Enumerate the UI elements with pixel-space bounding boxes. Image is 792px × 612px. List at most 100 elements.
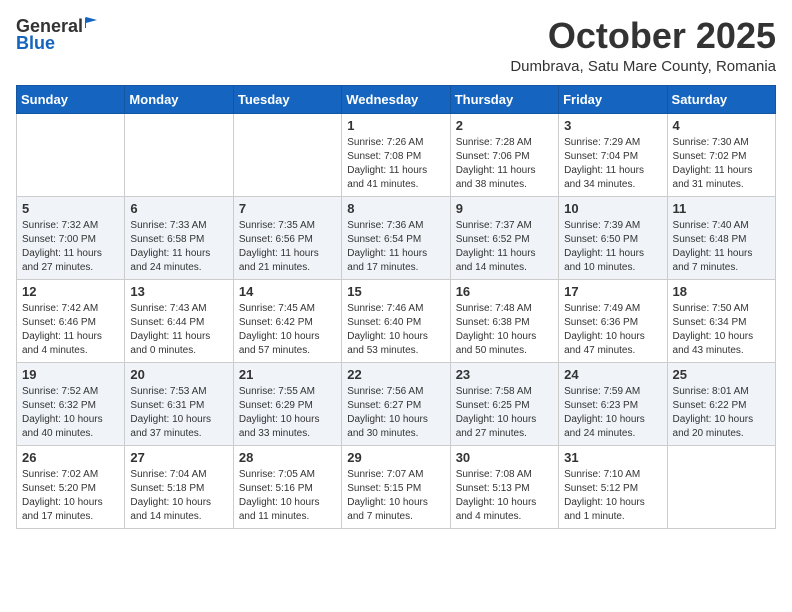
day-number: 2 <box>456 118 553 133</box>
calendar-cell <box>125 113 233 196</box>
calendar-cell: 19Sunrise: 7:52 AM Sunset: 6:32 PM Dayli… <box>17 362 125 445</box>
day-number: 28 <box>239 450 336 465</box>
week-row-5: 26 Sunrise: 7:02 AM Sunset: 5:20 PM Dayli… <box>17 445 776 528</box>
day-info: Sunrise: 7:32 AM Sunset: 7:00 PM Dayligh… <box>22 219 119 275</box>
day-number: 3 <box>564 118 661 133</box>
calendar-cell <box>17 113 125 196</box>
calendar-cell: 2 Sunrise: 7:28 AM Sunset: 7:06 PM Daylig… <box>450 113 558 196</box>
day-number: 23 <box>456 367 553 382</box>
logo-flag-icon <box>84 16 98 30</box>
weekday-header-sunday: Sunday <box>17 85 125 113</box>
day-info: Sunrise: 7:58 AM Sunset: 6:25 PM Dayligh… <box>456 385 553 441</box>
weekday-header-wednesday: Wednesday <box>342 85 450 113</box>
day-info: Sunrise: 7:50 AM Sunset: 6:34 PM Dayligh… <box>673 302 770 358</box>
calendar-cell: 1 Sunrise: 7:26 AM Sunset: 7:08 PM Daylig… <box>342 113 450 196</box>
day-number: 22 <box>347 367 444 382</box>
day-number: 25 <box>673 367 770 382</box>
calendar-cell: 9 Sunrise: 7:37 AM Sunset: 6:52 PM Daylig… <box>450 196 558 279</box>
day-info: Sunrise: 7:59 AM Sunset: 6:23 PM Dayligh… <box>564 385 661 441</box>
calendar-cell <box>233 113 341 196</box>
weekday-header-saturday: Saturday <box>667 85 775 113</box>
day-info: Sunrise: 7:35 AM Sunset: 6:56 PM Dayligh… <box>239 219 336 275</box>
day-number: 29 <box>347 450 444 465</box>
day-number: 7 <box>239 201 336 216</box>
day-number: 5 <box>22 201 119 216</box>
calendar-cell: 4Sunrise: 7:30 AM Sunset: 7:02 PM Daylig… <box>667 113 775 196</box>
day-number: 17 <box>564 284 661 299</box>
day-info: Sunrise: 7:28 AM Sunset: 7:06 PM Dayligh… <box>456 136 553 192</box>
calendar-cell: 14 Sunrise: 7:45 AM Sunset: 6:42 PM Dayli… <box>233 279 341 362</box>
calendar-cell: 6 Sunrise: 7:33 AM Sunset: 6:58 PM Daylig… <box>125 196 233 279</box>
day-info: Sunrise: 8:01 AM Sunset: 6:22 PM Dayligh… <box>673 385 770 441</box>
calendar-cell: 25 Sunrise: 8:01 AM Sunset: 6:22 PM Dayli… <box>667 362 775 445</box>
day-number: 31 <box>564 450 661 465</box>
day-info: Sunrise: 7:39 AM Sunset: 6:50 PM Dayligh… <box>564 219 661 275</box>
calendar-cell: 3 Sunrise: 7:29 AM Sunset: 7:04 PM Daylig… <box>559 113 667 196</box>
calendar-cell: 7 Sunrise: 7:35 AM Sunset: 6:56 PM Daylig… <box>233 196 341 279</box>
calendar-cell: 16 Sunrise: 7:48 AM Sunset: 6:38 PM Dayli… <box>450 279 558 362</box>
calendar-cell: 11 Sunrise: 7:40 AM Sunset: 6:48 PM Dayli… <box>667 196 775 279</box>
day-number: 30 <box>456 450 553 465</box>
day-info: Sunrise: 7:08 AM Sunset: 5:13 PM Dayligh… <box>456 468 553 524</box>
calendar-cell: 23 Sunrise: 7:58 AM Sunset: 6:25 PM Dayli… <box>450 362 558 445</box>
weekday-header-row: SundayMondayTuesdayWednesdayThursdayFrid… <box>17 85 776 113</box>
day-info: Sunrise: 7:29 AM Sunset: 7:04 PM Dayligh… <box>564 136 661 192</box>
day-info: Sunrise: 7:37 AM Sunset: 6:52 PM Dayligh… <box>456 219 553 275</box>
calendar-cell: 8Sunrise: 7:36 AM Sunset: 6:54 PM Daylig… <box>342 196 450 279</box>
calendar-cell: 21Sunrise: 7:55 AM Sunset: 6:29 PM Dayli… <box>233 362 341 445</box>
calendar-cell: 24Sunrise: 7:59 AM Sunset: 6:23 PM Dayli… <box>559 362 667 445</box>
day-number: 1 <box>347 118 444 133</box>
day-info: Sunrise: 7:07 AM Sunset: 5:15 PM Dayligh… <box>347 468 444 524</box>
day-info: Sunrise: 7:04 AM Sunset: 5:18 PM Dayligh… <box>130 468 227 524</box>
day-number: 6 <box>130 201 227 216</box>
calendar-cell: 18 Sunrise: 7:50 AM Sunset: 6:34 PM Dayli… <box>667 279 775 362</box>
day-info: Sunrise: 7:33 AM Sunset: 6:58 PM Dayligh… <box>130 219 227 275</box>
calendar-cell: 29 Sunrise: 7:07 AM Sunset: 5:15 PM Dayli… <box>342 445 450 528</box>
day-info: Sunrise: 7:56 AM Sunset: 6:27 PM Dayligh… <box>347 385 444 441</box>
calendar-cell: 30 Sunrise: 7:08 AM Sunset: 5:13 PM Dayli… <box>450 445 558 528</box>
weekday-header-tuesday: Tuesday <box>233 85 341 113</box>
day-number: 16 <box>456 284 553 299</box>
calendar-cell: 13 Sunrise: 7:43 AM Sunset: 6:44 PM Dayli… <box>125 279 233 362</box>
day-info: Sunrise: 7:48 AM Sunset: 6:38 PM Dayligh… <box>456 302 553 358</box>
calendar-cell: 20 Sunrise: 7:53 AM Sunset: 6:31 PM Dayli… <box>125 362 233 445</box>
day-number: 14 <box>239 284 336 299</box>
day-number: 8 <box>347 201 444 216</box>
calendar-cell: 28 Sunrise: 7:05 AM Sunset: 5:16 PM Dayli… <box>233 445 341 528</box>
calendar-cell: 31 Sunrise: 7:10 AM Sunset: 5:12 PM Dayli… <box>559 445 667 528</box>
day-info: Sunrise: 7:10 AM Sunset: 5:12 PM Dayligh… <box>564 468 661 524</box>
day-info: Sunrise: 7:46 AM Sunset: 6:40 PM Dayligh… <box>347 302 444 358</box>
week-row-3: 12 Sunrise: 7:42 AM Sunset: 6:46 PM Dayli… <box>17 279 776 362</box>
day-number: 20 <box>130 367 227 382</box>
weekday-header-thursday: Thursday <box>450 85 558 113</box>
day-number: 12 <box>22 284 119 299</box>
day-number: 9 <box>456 201 553 216</box>
day-number: 27 <box>130 450 227 465</box>
logo: General Blue <box>16 16 98 54</box>
calendar-table: SundayMondayTuesdayWednesdayThursdayFrid… <box>16 85 776 529</box>
day-number: 11 <box>673 201 770 216</box>
day-info: Sunrise: 7:53 AM Sunset: 6:31 PM Dayligh… <box>130 385 227 441</box>
week-row-4: 19Sunrise: 7:52 AM Sunset: 6:32 PM Dayli… <box>17 362 776 445</box>
day-number: 26 <box>22 450 119 465</box>
calendar-cell <box>667 445 775 528</box>
day-info: Sunrise: 7:40 AM Sunset: 6:48 PM Dayligh… <box>673 219 770 275</box>
day-info: Sunrise: 7:43 AM Sunset: 6:44 PM Dayligh… <box>130 302 227 358</box>
day-info: Sunrise: 7:45 AM Sunset: 6:42 PM Dayligh… <box>239 302 336 358</box>
day-number: 15 <box>347 284 444 299</box>
day-number: 4 <box>673 118 770 133</box>
day-number: 18 <box>673 284 770 299</box>
day-info: Sunrise: 7:26 AM Sunset: 7:08 PM Dayligh… <box>347 136 444 192</box>
location-text: Dumbrava, Satu Mare County, Romania <box>510 58 776 75</box>
day-number: 13 <box>130 284 227 299</box>
title-block: October 2025 Dumbrava, Satu Mare County,… <box>510 16 776 75</box>
calendar-cell: 15 Sunrise: 7:46 AM Sunset: 6:40 PM Dayli… <box>342 279 450 362</box>
day-info: Sunrise: 7:05 AM Sunset: 5:16 PM Dayligh… <box>239 468 336 524</box>
day-number: 21 <box>239 367 336 382</box>
calendar-cell: 22 Sunrise: 7:56 AM Sunset: 6:27 PM Dayli… <box>342 362 450 445</box>
page-header: General Blue October 2025 Dumbrava, Satu… <box>16 16 776 75</box>
logo-blue-text: Blue <box>16 33 55 53</box>
day-info: Sunrise: 7:02 AM Sunset: 5:20 PM Dayligh… <box>22 468 119 524</box>
calendar-cell: 12 Sunrise: 7:42 AM Sunset: 6:46 PM Dayli… <box>17 279 125 362</box>
day-info: Sunrise: 7:42 AM Sunset: 6:46 PM Dayligh… <box>22 302 119 358</box>
